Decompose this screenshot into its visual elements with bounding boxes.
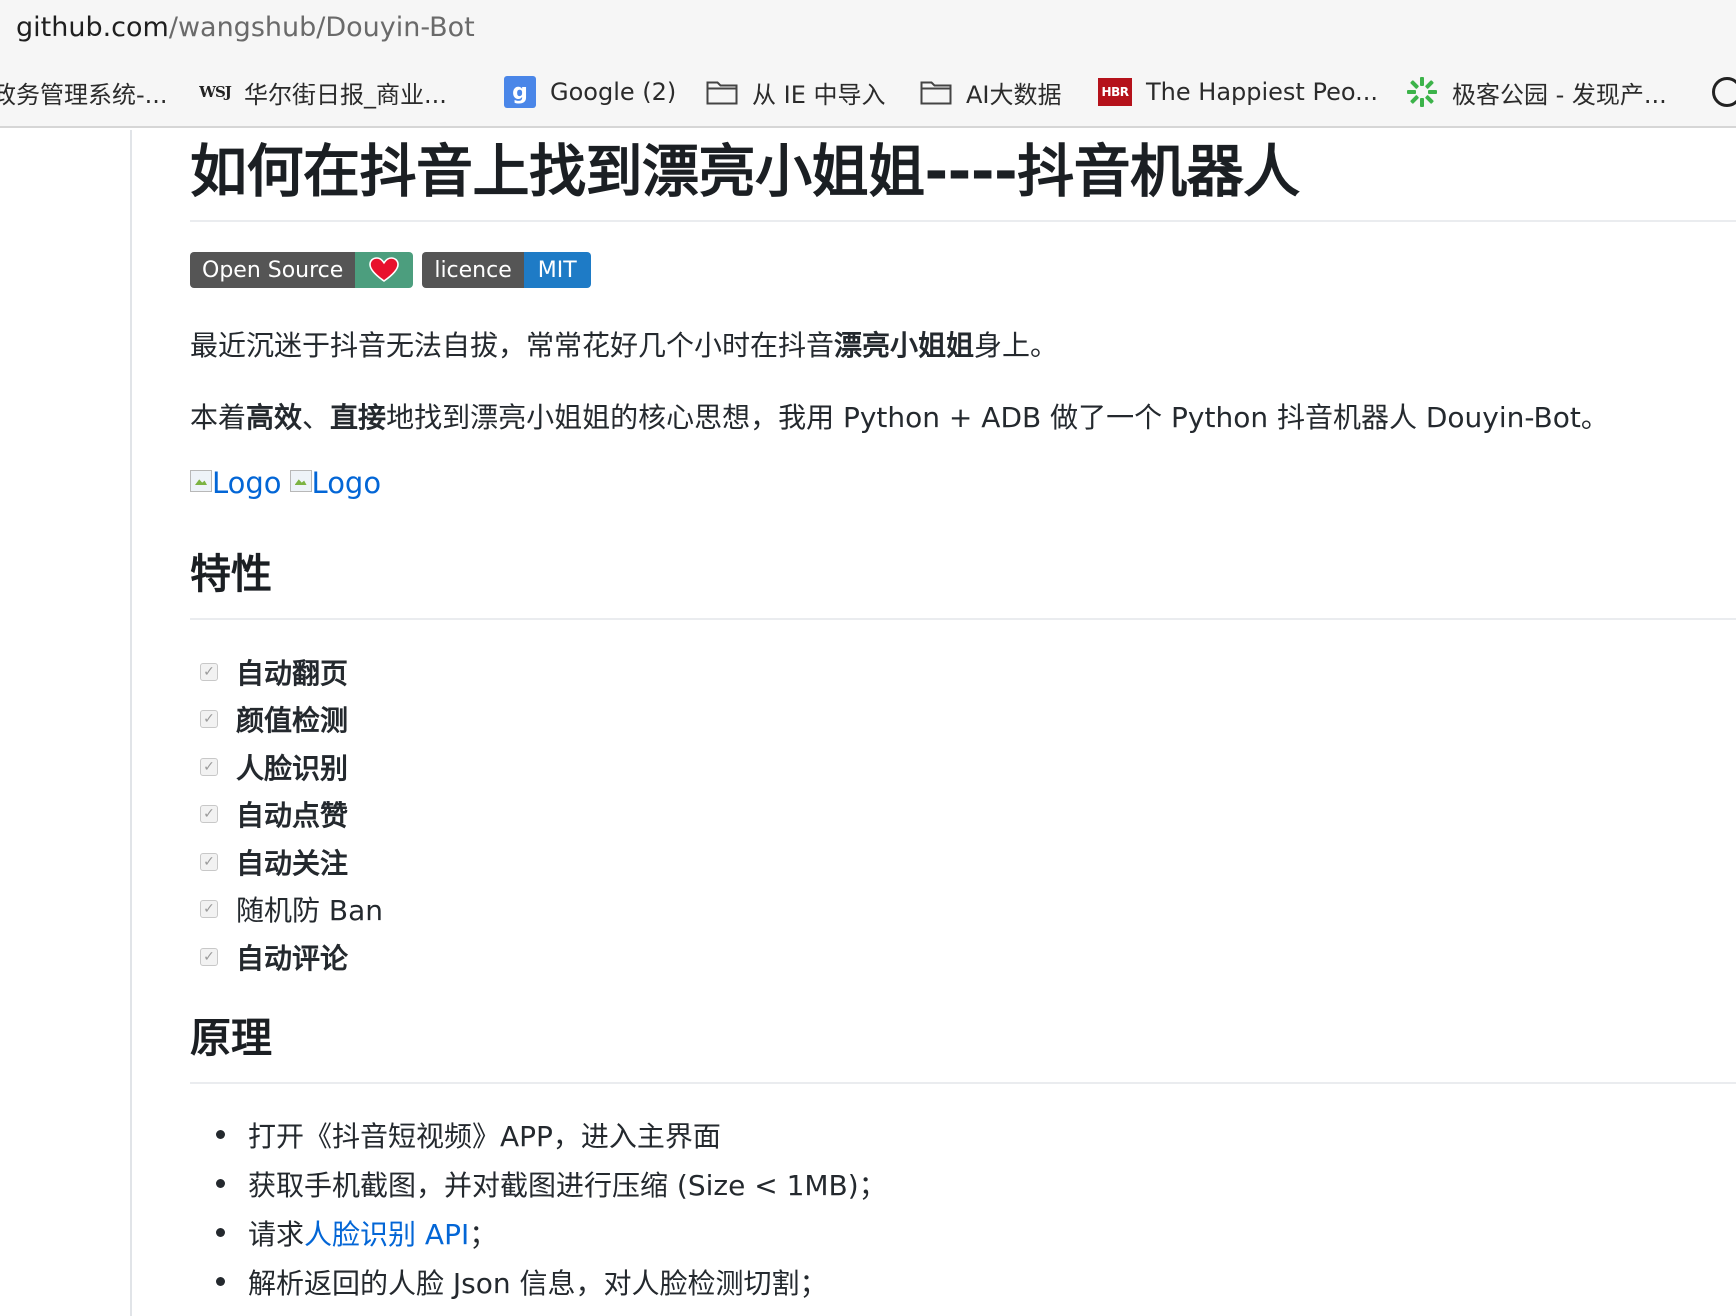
badge-value — [355, 252, 414, 288]
text: 最近沉迷于抖音无法自拔，常常花好几个小时在抖音 — [190, 329, 835, 362]
list-item: ✓ 颜值检测 — [190, 696, 383, 744]
readme-title: 如何在抖音上找到漂亮小姐姐----抖音机器人 — [190, 139, 1300, 205]
bookmark-folder-ie-import[interactable]: 从 IE 中导入 — [706, 74, 886, 110]
list-item: 请求 人脸识别 API； — [190, 1208, 887, 1257]
sidebar-divider — [130, 130, 132, 1316]
list-item: ✓ 自动评论 — [190, 933, 383, 981]
bullet-text: 获取手机截图，并对截图进行压缩 (Size < 1MB)； — [248, 1168, 887, 1202]
bullet-dot — [216, 1277, 225, 1286]
checkbox-checked-icon[interactable]: ✓ — [200, 947, 218, 966]
text: 本着 — [190, 401, 247, 434]
list-item: ✓ 自动翻页 — [190, 648, 383, 696]
url-text[interactable]: github.com/wangshub/Douyin-Bot — [16, 10, 475, 46]
feature-label: 人脸识别 — [236, 751, 349, 785]
checkbox-checked-icon[interactable]: ✓ — [200, 900, 218, 919]
principle-list: 打开《抖音短视频》APP，进入主界面 获取手机截图，并对截图进行压缩 (Size… — [190, 1110, 887, 1306]
logo-alt-text: Logo — [311, 466, 382, 500]
feature-label: 自动翻页 — [236, 656, 349, 690]
google-icon: g — [504, 76, 536, 108]
bookmark-label: 政务管理系统-... — [0, 80, 168, 109]
bullet-dot — [216, 1228, 225, 1237]
bookmark-label: AI大数据 — [966, 80, 1062, 109]
list-item: ✓ 自动点赞 — [190, 791, 383, 839]
list-item: ✓ 人脸识别 — [190, 743, 383, 791]
bullet-text: 打开《抖音短视频》APP，进入主界面 — [248, 1119, 721, 1153]
checkbox-checked-icon[interactable]: ✓ — [200, 662, 218, 681]
broken-image-icon — [190, 470, 212, 492]
feature-label: 自动评论 — [236, 941, 349, 975]
bullet-dot — [216, 1130, 225, 1139]
logo-row: Logo Logo — [190, 466, 389, 500]
intro-paragraph-2: 本着高效、直接地找到漂亮小姐姐的核心思想，我用 Python + ADB 做了一… — [190, 398, 1609, 438]
licence-badge[interactable]: licence MIT — [422, 252, 591, 288]
url-host: github.com — [16, 12, 169, 43]
folder-icon — [706, 79, 738, 105]
bookmark-label: 从 IE 中导入 — [752, 80, 886, 109]
face-recognition-api-link[interactable]: 人脸识别 API — [304, 1213, 469, 1253]
bookmark-github[interactable] — [1712, 74, 1736, 110]
text: 地找到漂亮小姐姐的核心思想，我用 Python + ADB 做了一个 Pytho… — [386, 401, 1609, 434]
checkbox-checked-icon[interactable]: ✓ — [200, 805, 218, 824]
bookmark-google[interactable]: g Google (2) — [504, 74, 676, 110]
bookmark-label: Google (2) — [550, 78, 677, 106]
open-source-badge[interactable]: Open Source — [190, 252, 414, 288]
bookmark-folder-ai-bigdata[interactable]: AI大数据 — [920, 74, 1062, 110]
url-path: /wangshub/Douyin-Bot — [168, 12, 475, 43]
feature-label: 随机防 Ban — [236, 894, 384, 928]
features-list: ✓ 自动翻页 ✓ 颜值检测 ✓ 人脸识别 ✓ 自动点赞 ✓ 自动关注 ✓ 随机防 Ban ✓… — [190, 648, 383, 981]
bookmarks-bar: 政务管理系统-... WSJ 华尔街日报_商业... g Google (2) … — [0, 56, 1736, 128]
checkbox-checked-icon[interactable]: ✓ — [200, 757, 218, 776]
address-bar[interactable]: github.com/wangshub/Douyin-Bot — [0, 0, 1736, 56]
intro-paragraph-1: 最近沉迷于抖音无法自拔，常常花好几个小时在抖音漂亮小姐姐身上。 — [190, 326, 1058, 366]
bold-text: 直接 — [330, 401, 387, 434]
bullet-text: ； — [469, 1217, 498, 1251]
folder-icon — [920, 79, 952, 105]
heart-icon — [369, 257, 400, 282]
badge-row: Open Source licence MIT — [190, 252, 600, 288]
text: 、 — [302, 401, 331, 434]
features-heading: 特性 — [190, 550, 272, 598]
feature-label: 颜值检测 — [236, 704, 349, 738]
checkbox-checked-icon[interactable]: ✓ — [200, 852, 218, 871]
bullet-text: 解析返回的人脸 Json 信息，对人脸检测切割； — [248, 1266, 828, 1300]
list-item: 解析返回的人脸 Json 信息，对人脸检测切割； — [190, 1257, 887, 1306]
bookmark-label: 极客公园 - 发现产... — [1452, 80, 1667, 109]
geekpark-icon — [1406, 76, 1438, 108]
principle-heading: 原理 — [190, 1014, 272, 1062]
bookmark-geekpark[interactable]: 极客公园 - 发现产... — [1406, 74, 1667, 110]
logo-alt-text: Logo — [212, 466, 282, 500]
list-item: ✓ 自动关注 — [190, 838, 383, 886]
title-divider — [190, 220, 1736, 222]
bookmark-label: 华尔街日报_商业... — [244, 80, 447, 109]
bookmark-label: The Happiest Peo... — [1146, 78, 1378, 106]
badge-label: Open Source — [190, 252, 356, 288]
bookmark-wsj[interactable]: WSJ 华尔街日报_商业... — [199, 74, 447, 110]
wsj-icon: WSJ — [199, 83, 232, 101]
broken-image-icon — [289, 470, 312, 492]
principle-divider — [190, 1082, 1736, 1084]
bookmark-gov-system[interactable]: 政务管理系统-... — [0, 74, 168, 110]
list-item: 获取手机截图，并对截图进行压缩 (Size < 1MB)； — [190, 1159, 887, 1208]
bold-text: 漂亮小姐姐 — [834, 329, 975, 362]
badge-value: MIT — [523, 252, 591, 288]
list-item: ✓ 随机防 Ban — [190, 886, 383, 934]
features-divider — [190, 618, 1736, 620]
github-icon — [1712, 77, 1736, 107]
bold-text: 高效 — [246, 401, 303, 434]
hbr-icon: HBR — [1098, 78, 1132, 106]
text: 身上。 — [974, 329, 1059, 362]
logo-image-link[interactable]: Logo — [190, 466, 282, 500]
checkbox-checked-icon[interactable]: ✓ — [200, 710, 218, 729]
badge-label: licence — [422, 252, 524, 288]
feature-label: 自动关注 — [236, 846, 349, 880]
bookmark-hbr[interactable]: HBR The Happiest Peo... — [1098, 74, 1378, 110]
feature-label: 自动点赞 — [236, 799, 349, 833]
logo-image-link[interactable]: Logo — [289, 466, 382, 500]
bullet-dot — [216, 1179, 225, 1188]
bullet-text: 请求 — [248, 1217, 305, 1251]
list-item: 打开《抖音短视频》APP，进入主界面 — [190, 1110, 887, 1159]
